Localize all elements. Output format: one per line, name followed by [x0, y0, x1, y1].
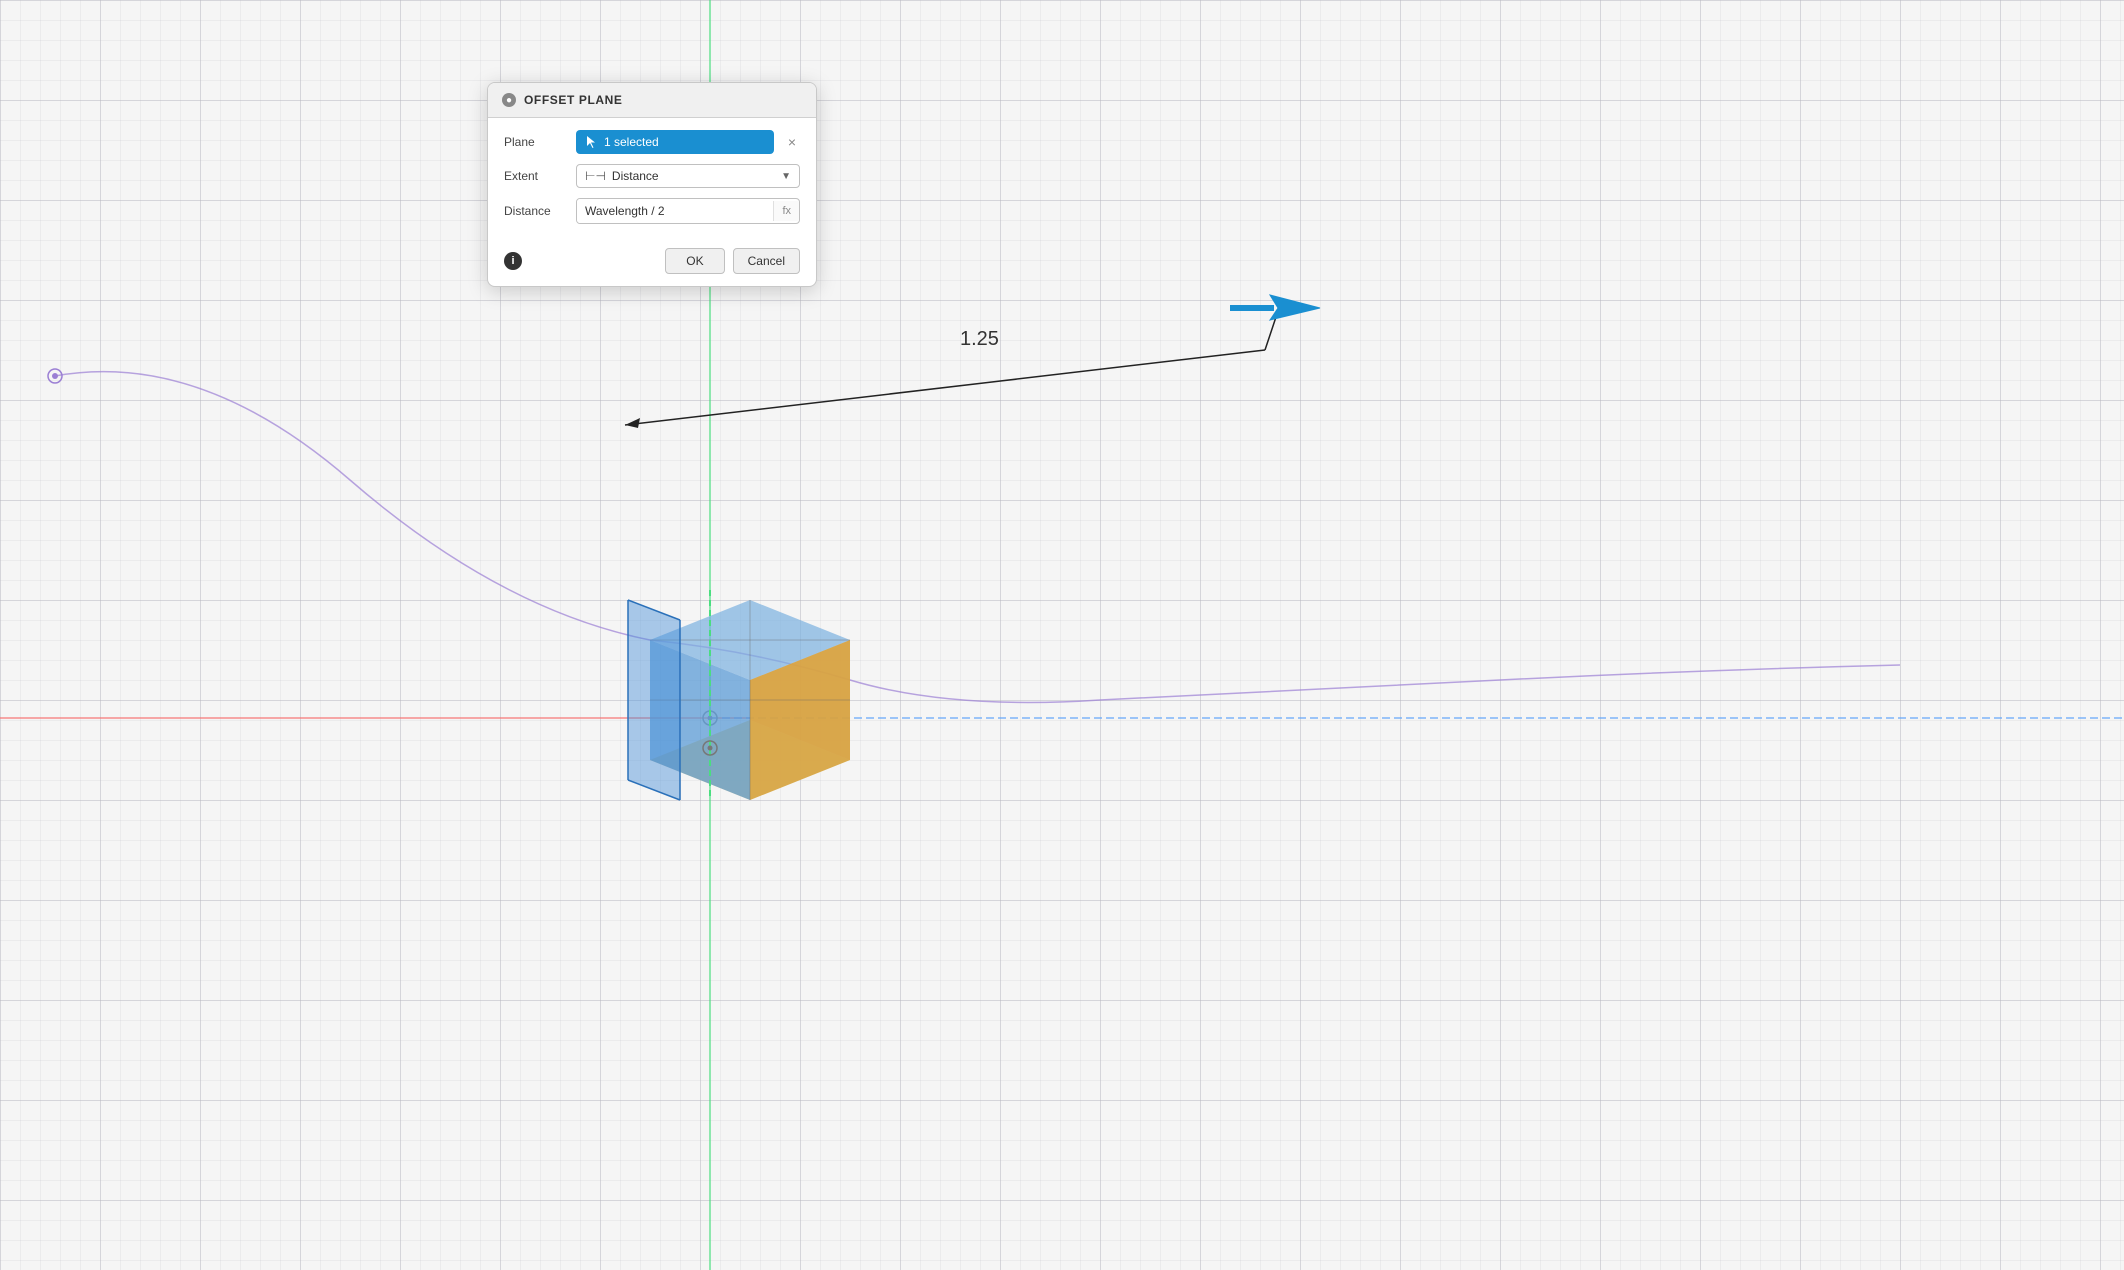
- info-icon[interactable]: i: [504, 252, 522, 270]
- plane-selected-text: 1 selected: [604, 135, 659, 149]
- cancel-button[interactable]: Cancel: [733, 248, 800, 274]
- distance-input-wrapper: fx: [576, 198, 800, 224]
- distance-label: Distance: [504, 204, 566, 218]
- distance-row: Distance fx: [504, 198, 800, 224]
- ok-button[interactable]: OK: [665, 248, 724, 274]
- plane-clear-button[interactable]: ×: [784, 133, 800, 151]
- distance-input[interactable]: [577, 199, 773, 223]
- chevron-down-icon: ▼: [781, 171, 791, 182]
- distance-icon: ⊢⊣: [585, 169, 606, 183]
- viewport[interactable]: [0, 0, 2124, 1270]
- extent-value: Distance: [612, 169, 659, 183]
- dialog-titlebar: ● OFFSET PLANE: [488, 83, 816, 118]
- plane-selected-button[interactable]: 1 selected: [576, 130, 774, 154]
- extent-label: Extent: [504, 169, 566, 183]
- dialog-body: Plane 1 selected × Extent ⊢⊣ Distance ▼: [488, 118, 816, 240]
- extent-dropdown[interactable]: ⊢⊣ Distance ▼: [576, 164, 800, 188]
- plane-row: Plane 1 selected ×: [504, 130, 800, 154]
- offset-plane-dialog: ● OFFSET PLANE Plane 1 selected × Extent…: [487, 82, 817, 287]
- dialog-close-button[interactable]: ●: [502, 93, 516, 107]
- dialog-title: OFFSET PLANE: [524, 93, 623, 107]
- dialog-footer: i OK Cancel: [488, 240, 816, 286]
- footer-buttons: OK Cancel: [665, 248, 800, 274]
- extent-row: Extent ⊢⊣ Distance ▼: [504, 164, 800, 188]
- cursor-icon: [586, 135, 598, 149]
- plane-label: Plane: [504, 135, 566, 149]
- fx-button[interactable]: fx: [773, 201, 799, 221]
